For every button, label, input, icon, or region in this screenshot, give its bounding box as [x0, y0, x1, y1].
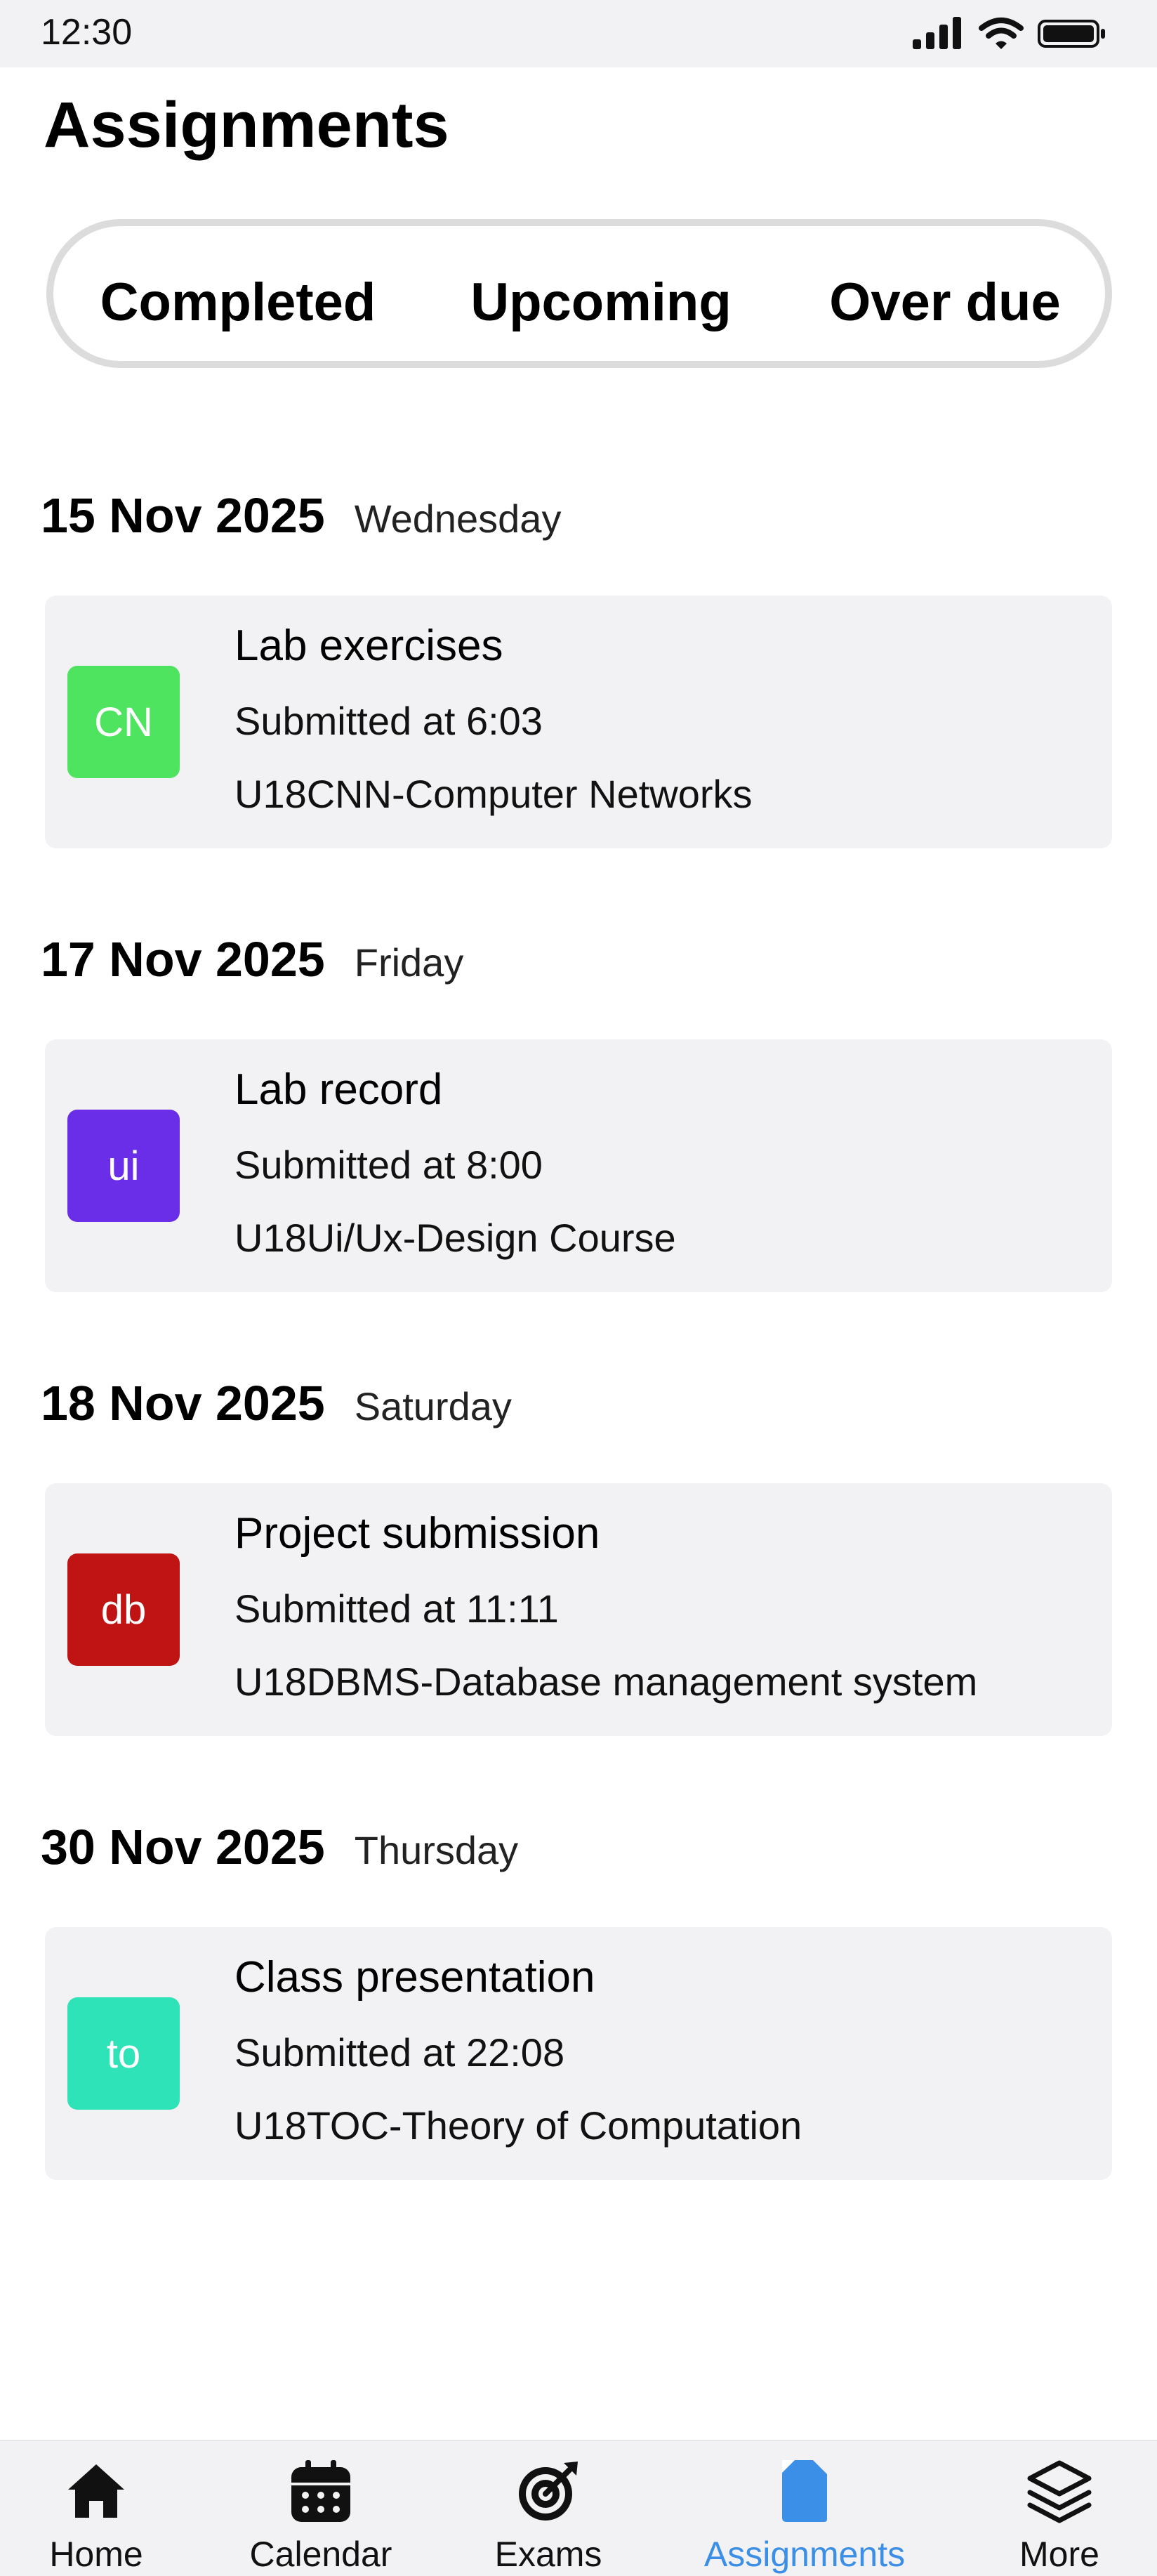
day-label: Thursday	[354, 1828, 519, 1872]
bottom-nav: Home Calendar Exams Assignments More	[0, 2440, 1157, 2576]
nav-label: Exams	[494, 2535, 602, 2574]
assignment-title: Class presentation	[234, 1953, 595, 2002]
date-header: 15 Nov 2025 Wednesday	[41, 487, 561, 544]
assignment-title: Lab record	[234, 1065, 443, 1114]
course-name: U18CNN-Computer Networks	[234, 772, 753, 816]
battery-icon	[1038, 20, 1105, 48]
assignment-card[interactable]: CN Lab exercises Submitted at 6:03 U18CN…	[45, 596, 1112, 848]
document-icon	[766, 2452, 843, 2530]
assignment-title: Project submission	[234, 1509, 600, 1558]
assignment-card[interactable]: ui Lab record Submitted at 8:00 U18Ui/Ux…	[45, 1039, 1112, 1292]
tab-upcoming[interactable]: Upcoming	[447, 254, 755, 350]
course-name: U18Ui/Ux-Design Course	[234, 1216, 676, 1260]
assignment-card[interactable]: db Project submission Submitted at 11:11…	[45, 1483, 1112, 1736]
signal-icon	[913, 17, 961, 49]
tab-completed[interactable]: Completed	[73, 254, 403, 350]
date-label: 18 Nov 2025	[41, 1376, 325, 1431]
status-time: 12:30	[41, 12, 133, 53]
assignment-card[interactable]: to Class presentation Submitted at 22:08…	[45, 1927, 1112, 2180]
home-icon	[58, 2452, 135, 2530]
status-bar: 12:30	[0, 0, 1157, 67]
day-label: Saturday	[354, 1384, 512, 1428]
day-label: Wednesday	[354, 497, 562, 541]
nav-label: Assignments	[703, 2535, 906, 2574]
calendar-icon	[282, 2452, 359, 2530]
assignment-title: Lab exercises	[234, 622, 503, 670]
course-badge: CN	[67, 666, 180, 778]
course-name: U18DBMS-Database management system	[234, 1660, 978, 1704]
date-header: 18 Nov 2025 Saturday	[41, 1375, 512, 1431]
nav-exams[interactable]: Exams	[475, 2441, 622, 2576]
submitted-time: Submitted at 6:03	[234, 699, 543, 743]
nav-calendar[interactable]: Calendar	[247, 2441, 395, 2576]
submitted-time: Submitted at 22:08	[234, 2030, 565, 2075]
nav-more[interactable]: More	[986, 2441, 1133, 2576]
date-header: 17 Nov 2025 Friday	[41, 931, 463, 987]
layers-icon	[1021, 2452, 1098, 2530]
course-badge: to	[67, 1997, 180, 2110]
nav-home[interactable]: Home	[22, 2441, 170, 2576]
status-icons	[911, 15, 1106, 52]
tab-over-due[interactable]: Over due	[805, 254, 1085, 350]
date-label: 15 Nov 2025	[41, 488, 325, 543]
nav-label: More	[1019, 2535, 1099, 2574]
nav-label: Home	[49, 2535, 143, 2574]
submitted-time: Submitted at 8:00	[234, 1143, 543, 1187]
tab-switcher: Completed Upcoming Over due	[46, 219, 1112, 368]
course-badge: db	[67, 1553, 180, 1666]
wifi-icon	[979, 18, 1024, 49]
course-badge: ui	[67, 1110, 180, 1222]
course-name: U18TOC-Theory of Computation	[234, 2103, 802, 2148]
day-label: Friday	[354, 940, 464, 985]
nav-assignments[interactable]: Assignments	[699, 2441, 910, 2576]
date-header: 30 Nov 2025 Thursday	[41, 1819, 518, 1875]
page-title: Assignments	[44, 89, 449, 161]
date-label: 17 Nov 2025	[41, 932, 325, 987]
nav-label: Calendar	[249, 2535, 392, 2574]
target-icon	[510, 2452, 587, 2530]
submitted-time: Submitted at 11:11	[234, 1586, 559, 1631]
date-label: 30 Nov 2025	[41, 1820, 325, 1874]
